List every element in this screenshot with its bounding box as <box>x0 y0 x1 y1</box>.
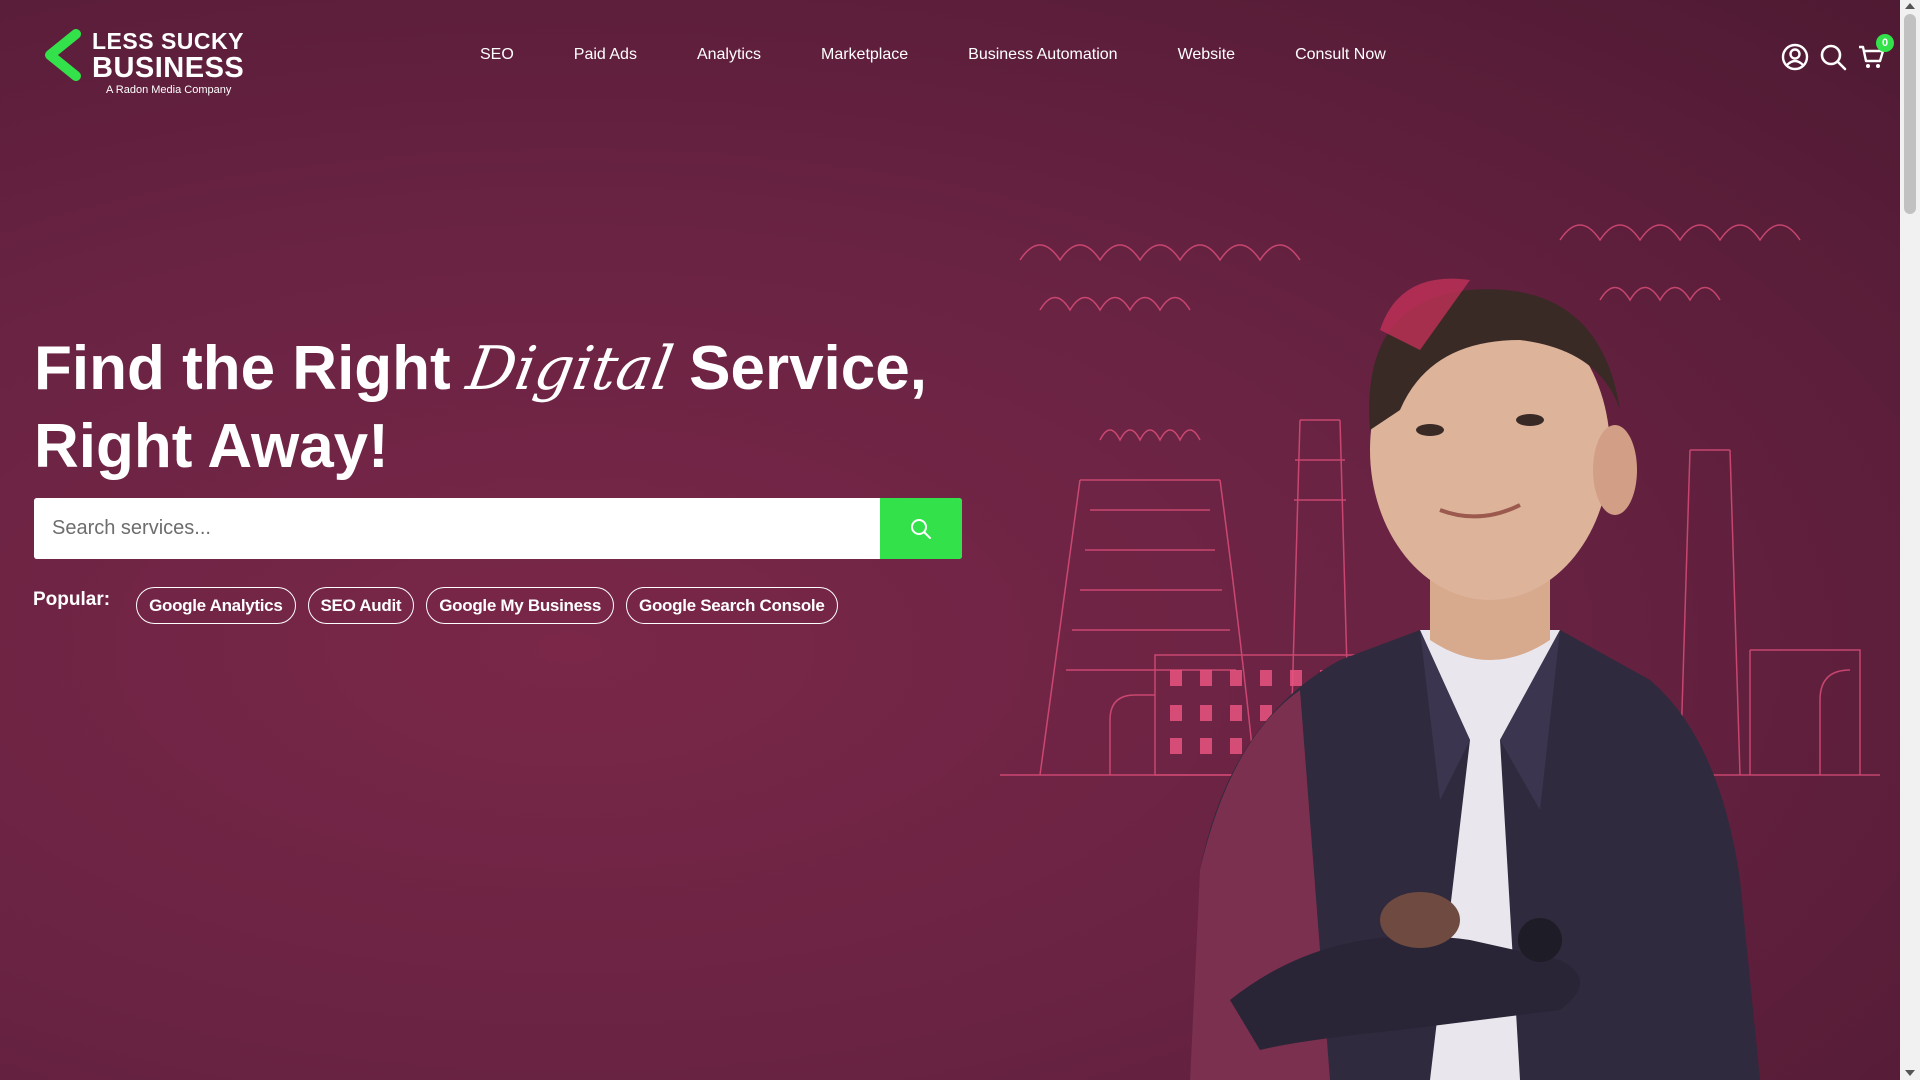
nav-item-analytics[interactable]: Analytics <box>697 46 761 70</box>
search-submit-button[interactable] <box>880 498 962 559</box>
scroll-up-arrow[interactable] <box>1905 3 1915 9</box>
scroll-thumb[interactable] <box>1904 14 1916 214</box>
search-icon <box>1820 44 1847 71</box>
service-search-bar <box>34 498 962 559</box>
header-actions: 0 <box>1780 34 1894 74</box>
nav-item-seo[interactable]: SEO <box>480 46 514 70</box>
brand-logo[interactable]: LESS SUCKY BUSINESS A Radon Media Compan… <box>40 28 250 100</box>
popular-tags: Popular: Google Analytics SEO Audit Goog… <box>33 585 850 625</box>
tag-google-my-business[interactable]: Google My Business <box>426 586 615 624</box>
scroll-down-arrow[interactable] <box>1905 1070 1915 1076</box>
brand-tagline: A Radon Media Company <box>106 84 232 96</box>
brand-name-line1: LESS SUCKY <box>92 28 244 54</box>
popular-label: Popular: <box>33 589 111 610</box>
cart-count-badge: 0 <box>1876 34 1894 52</box>
hero-title: Find the Right Digital Service, Right Awa… <box>34 330 954 486</box>
user-circle-icon <box>1781 43 1809 71</box>
person-figure <box>1190 278 1760 1080</box>
hero-title-line2: Right Away! <box>34 412 389 481</box>
hero-title-script-word: Digital <box>461 334 679 404</box>
brand-name-line2: BUSINESS <box>92 52 245 84</box>
header-search-button[interactable] <box>1818 42 1848 72</box>
search-icon <box>911 518 931 539</box>
hero-title-part1: Find the Right <box>34 334 468 403</box>
tag-google-analytics[interactable]: Google Analytics <box>136 586 296 624</box>
chevron-left-icon <box>45 29 81 81</box>
page: LESS SUCKY BUSINESS A Radon Media Compan… <box>0 0 1900 1080</box>
nav-item-marketplace[interactable]: Marketplace <box>821 46 908 70</box>
main-nav: SEO Paid Ads Analytics Marketplace Busin… <box>480 46 1386 70</box>
nav-item-website[interactable]: Website <box>1178 46 1236 70</box>
cart-button[interactable]: 0 <box>1856 34 1894 72</box>
tag-seo-audit[interactable]: SEO Audit <box>307 586 415 624</box>
hero-title-part2: Service, <box>671 334 927 403</box>
account-button[interactable] <box>1780 42 1810 72</box>
nav-item-paid-ads[interactable]: Paid Ads <box>574 46 637 70</box>
hero-illustration <box>1000 224 1880 1080</box>
nav-item-consult-now[interactable]: Consult Now <box>1295 46 1386 70</box>
site-header: LESS SUCKY BUSINESS A Radon Media Compan… <box>0 0 1900 110</box>
search-input[interactable] <box>34 498 880 559</box>
page-scrollbar[interactable] <box>1900 0 1920 1080</box>
nav-item-business-automation[interactable]: Business Automation <box>968 46 1117 70</box>
tag-google-search-console[interactable]: Google Search Console <box>626 586 838 624</box>
